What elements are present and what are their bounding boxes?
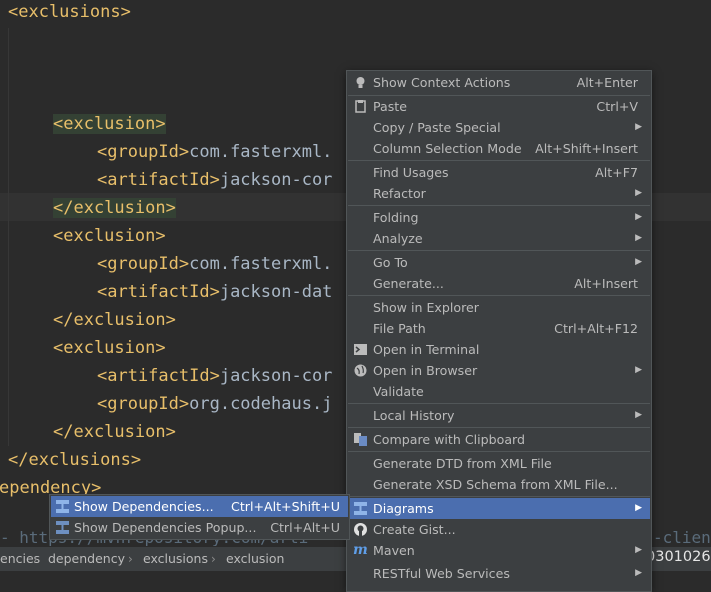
terminal-icon [353,342,368,357]
menu-item-analyze[interactable]: Analyze ▶ [348,228,650,249]
code-line[interactable]: </exclusion> [53,418,176,446]
code-line[interactable]: <exclusion> [53,334,166,362]
globe-icon [353,363,368,378]
code-line[interactable]: <exclusion> [53,110,166,138]
menu-item-refactor[interactable]: Refactor ▶ [348,183,650,204]
chevron-right-icon: ▶ [635,503,642,513]
menu-separator [348,451,650,452]
breadcrumb-item[interactable]: exclusions [143,547,208,571]
breadcrumb-item[interactable]: dependency [48,547,125,571]
compare-icon [353,432,368,447]
menu-item-paste[interactable]: Paste Ctrl+V [348,96,650,117]
chevron-right-icon: › [128,552,133,566]
menu-item-restful-web-services[interactable]: RESTful Web Services ▶ [348,563,650,584]
menu-item-show-dependencies[interactable]: Show Dependencies... Ctrl+Alt+Shift+U [51,496,348,517]
menu-separator [348,205,650,206]
diagram-icon [353,501,368,516]
chevron-right-icon: ▶ [635,568,642,578]
menu-item-column-selection-mode[interactable]: Column Selection Mode Alt+Shift+Insert [348,138,650,159]
menu-separator [348,250,650,251]
menu-separator [348,295,650,296]
code-line[interactable]: </exclusion> [53,194,176,222]
menu-item-create-gist[interactable]: Create Gist... [348,519,650,540]
menu-item-generate[interactable]: Generate... Alt+Insert [348,273,650,294]
chevron-right-icon: ▶ [635,122,642,132]
menu-item-open-in-browser[interactable]: Open in Browser ▶ [348,360,650,381]
code-line[interactable]: </exclusions> [8,446,141,474]
menu-item-open-in-terminal[interactable]: Open in Terminal [348,339,650,360]
code-line[interactable]: <exclusions> [8,0,131,26]
code-line[interactable]: <groupId>org.codehaus.j [97,390,332,418]
menu-item-find-usages[interactable]: Find Usages Alt+F7 [348,162,650,183]
chevron-right-icon: ▶ [635,233,642,243]
chevron-right-icon: ▶ [635,545,642,555]
chevron-right-icon: › [211,552,216,566]
clipboard-icon [353,99,368,114]
menu-item-maven[interactable]: m Maven ▶ [348,540,650,561]
diagram-icon [55,499,70,514]
chevron-right-icon: ▶ [635,188,642,198]
chevron-right-icon: › [33,552,38,566]
code-line[interactable]: <artifactId>jackson-cor [97,166,332,194]
menu-item-generate-xsd[interactable]: Generate XSD Schema from XML File... [348,474,650,495]
menu-item-go-to[interactable]: Go To ▶ [348,252,650,273]
menu-item-copy-paste-special[interactable]: Copy / Paste Special ▶ [348,117,650,138]
code-line[interactable]: <exclusion> [53,222,166,250]
menu-item-generate-dtd[interactable]: Generate DTD from XML File [348,453,650,474]
github-icon [353,522,368,537]
breadcrumb-item[interactable]: exclusion [226,547,284,571]
code-line[interactable]: <artifactId>jackson-cor [97,362,332,390]
menu-item-compare-with-clipboard[interactable]: Compare with Clipboard [348,429,650,450]
chevron-right-icon: ▶ [635,257,642,267]
menu-item-validate[interactable]: Validate [348,381,650,402]
menu-separator [348,427,650,428]
menu-separator [348,496,650,497]
lightbulb-icon [353,75,368,90]
menu-separator [348,403,650,404]
code-line[interactable]: </exclusion> [53,306,176,334]
code-line[interactable]: <artifactId>jackson-dat [97,278,332,306]
menu-item-file-path[interactable]: File Path Ctrl+Alt+F12 [348,318,650,339]
menu-separator [348,160,650,161]
chevron-right-icon: ▶ [635,365,642,375]
indent-guide [8,28,9,446]
menu-item-local-history[interactable]: Local History ▶ [348,405,650,426]
diagrams-submenu: Show Dependencies... Ctrl+Alt+Shift+U Sho… [49,494,350,540]
menu-item-diagrams[interactable]: Diagrams ▶ [348,498,650,519]
chevron-right-icon: ▶ [635,410,642,420]
menu-item-folding[interactable]: Folding ▶ [348,207,650,228]
menu-item-show-dependencies-popup[interactable]: Show Dependencies Popup... Ctrl+Alt+U [51,517,348,538]
diagram-icon [55,520,70,535]
menu-item-show-in-explorer[interactable]: Show in Explorer [348,297,650,318]
maven-icon: m [353,542,368,558]
chevron-right-icon: ▶ [635,212,642,222]
context-menu: Show Context Actions Alt+Enter Paste Ctrl+… [346,70,652,592]
code-line[interactable]: <groupId>com.fasterxml. [97,250,332,278]
code-line[interactable]: <groupId>com.fasterxml. [97,138,332,166]
menu-item-show-context-actions[interactable]: Show Context Actions Alt+Enter [348,72,650,93]
